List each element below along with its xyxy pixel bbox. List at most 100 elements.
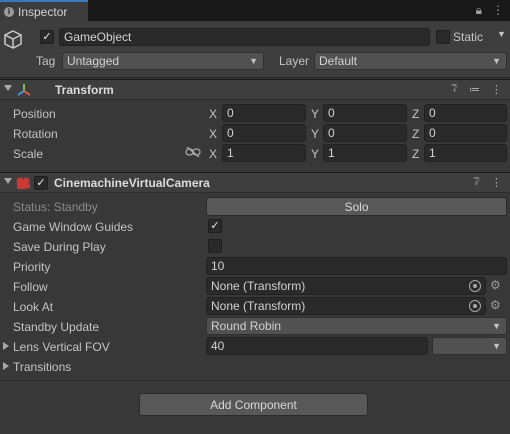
layer-value: Default: [319, 54, 358, 68]
foldout-collapsed-icon[interactable]: [3, 362, 9, 370]
rotation-y-field[interactable]: 0: [323, 124, 407, 142]
save-during-play-label: Save During Play: [13, 240, 106, 254]
standby-update-label: Standby Update: [13, 320, 100, 334]
divider: [0, 380, 510, 381]
info-icon: i: [4, 6, 14, 17]
transform-title: Transform: [55, 83, 114, 97]
position-y-value: 0: [328, 106, 335, 120]
chevron-down-icon: ▼: [492, 341, 501, 351]
look-at-value: None (Transform): [211, 299, 306, 313]
add-component-button[interactable]: Add Component: [139, 393, 368, 416]
lens-presets-dropdown[interactable]: ▼: [432, 337, 507, 355]
static-dropdown-arrow-icon[interactable]: ▼: [497, 29, 506, 39]
position-label: Position: [13, 107, 56, 121]
position-x-field[interactable]: 0: [222, 104, 306, 122]
foldout-expanded-icon[interactable]: [4, 85, 12, 91]
tag-label: Tag: [36, 54, 56, 68]
follow-label: Follow: [13, 280, 48, 294]
inspector-tab-bar: i Inspector 🔒︎ ⋮: [0, 0, 510, 21]
help-icon[interactable]: ❔︎: [473, 176, 480, 189]
lens-fov-label: Lens Vertical FOV: [13, 340, 110, 354]
scale-x-field[interactable]: 1: [222, 144, 306, 162]
axis-x-label: X: [209, 107, 218, 121]
menu-icon[interactable]: ⋮: [491, 83, 502, 96]
gear-icon[interactable]: ⚙: [490, 278, 501, 292]
scale-y-field[interactable]: 1: [323, 144, 407, 162]
chevron-down-icon: ▼: [492, 56, 501, 66]
position-y-field[interactable]: 0: [323, 104, 407, 122]
axis-y-label: Y: [311, 107, 320, 121]
transitions-label: Transitions: [13, 360, 72, 374]
follow-value: None (Transform): [211, 279, 306, 293]
inspector-tab[interactable]: i Inspector: [0, 0, 88, 21]
lock-icon[interactable]: 🔒︎: [476, 3, 482, 18]
axis-x-label: X: [209, 147, 218, 161]
tag-value: Untagged: [67, 54, 120, 68]
rotation-z-value: 0: [429, 126, 436, 140]
vcam-title: CinemachineVirtualCamera: [54, 176, 210, 190]
object-picker-icon[interactable]: [469, 300, 481, 312]
gameobject-header: ✓ GameObject Static ▼ Tag Untagged ▼ Lay…: [0, 21, 510, 78]
gameobject-cube-icon: [4, 30, 22, 49]
lens-fov-value: 40: [211, 339, 225, 353]
presets-icon[interactable]: ≔: [469, 83, 480, 96]
standby-update-dropdown[interactable]: Round Robin ▼: [206, 317, 507, 335]
inspector-tab-label: Inspector: [18, 4, 68, 19]
vcam-header-actions: ❔︎ ⋮: [473, 176, 502, 189]
axis-y-label: Y: [311, 127, 320, 141]
vcam-section-header[interactable]: ✓ CinemachineVirtualCamera ❔︎ ⋮: [0, 172, 510, 193]
look-at-field[interactable]: None (Transform): [206, 297, 486, 315]
help-icon[interactable]: ❔︎: [451, 83, 458, 96]
position-z-field[interactable]: 0: [424, 104, 507, 122]
rotation-label: Rotation: [13, 127, 58, 141]
gameobject-name-field[interactable]: GameObject: [59, 28, 430, 46]
scale-z-value: 1: [429, 146, 436, 160]
status-label: Status: Standby: [13, 200, 98, 214]
look-at-label: Look At: [13, 300, 54, 314]
scale-y-value: 1: [328, 146, 335, 160]
axis-x-label: X: [209, 127, 218, 141]
chevron-down-icon: ▼: [249, 56, 258, 66]
vcam-enabled-checkbox[interactable]: ✓: [34, 176, 48, 190]
cinemachine-camera-icon: [16, 177, 30, 189]
transform-section-header[interactable]: Transform ❔︎ ≔ ⋮: [0, 79, 510, 100]
gameobject-name-value: GameObject: [64, 30, 132, 44]
chevron-down-icon: ▼: [492, 321, 501, 331]
position-x-value: 0: [227, 106, 234, 120]
priority-field[interactable]: 10: [206, 257, 507, 275]
rotation-x-field[interactable]: 0: [222, 124, 306, 142]
follow-field[interactable]: None (Transform): [206, 277, 486, 295]
priority-value: 10: [211, 259, 225, 273]
constrain-proportions-icon[interactable]: [185, 146, 201, 158]
add-component-label: Add Component: [210, 397, 297, 412]
tab-actions: 🔒︎ ⋮: [476, 3, 504, 18]
foldout-expanded-icon[interactable]: [4, 178, 12, 184]
axis-z-label: Z: [412, 147, 420, 161]
transform-axes-icon: [17, 84, 31, 96]
game-window-guides-checkbox[interactable]: ✓: [208, 219, 222, 233]
priority-label: Priority: [13, 260, 51, 274]
foldout-collapsed-icon[interactable]: [3, 342, 9, 350]
position-z-value: 0: [429, 106, 436, 120]
rotation-x-value: 0: [227, 126, 234, 140]
static-checkbox[interactable]: [436, 30, 450, 44]
save-during-play-checkbox[interactable]: [208, 239, 222, 253]
menu-icon[interactable]: ⋮: [491, 176, 502, 189]
transform-header-actions: ❔︎ ≔ ⋮: [451, 83, 502, 96]
object-picker-icon[interactable]: [469, 280, 481, 292]
layer-dropdown[interactable]: Default ▼: [314, 52, 507, 70]
rotation-z-field[interactable]: 0: [424, 124, 507, 142]
lens-fov-field[interactable]: 40: [206, 337, 428, 355]
gear-icon[interactable]: ⚙: [490, 298, 501, 312]
tag-dropdown[interactable]: Untagged ▼: [62, 52, 264, 70]
axis-z-label: Z: [412, 107, 420, 121]
standby-update-value: Round Robin: [211, 319, 282, 333]
scale-z-field[interactable]: 1: [424, 144, 507, 162]
game-window-guides-label: Game Window Guides: [13, 220, 134, 234]
gameobject-active-checkbox[interactable]: ✓: [40, 30, 54, 44]
axis-z-label: Z: [412, 127, 420, 141]
menu-icon[interactable]: ⋮: [492, 3, 504, 18]
scale-x-value: 1: [227, 146, 234, 160]
static-label: Static: [453, 30, 484, 44]
solo-button[interactable]: Solo: [206, 197, 507, 216]
